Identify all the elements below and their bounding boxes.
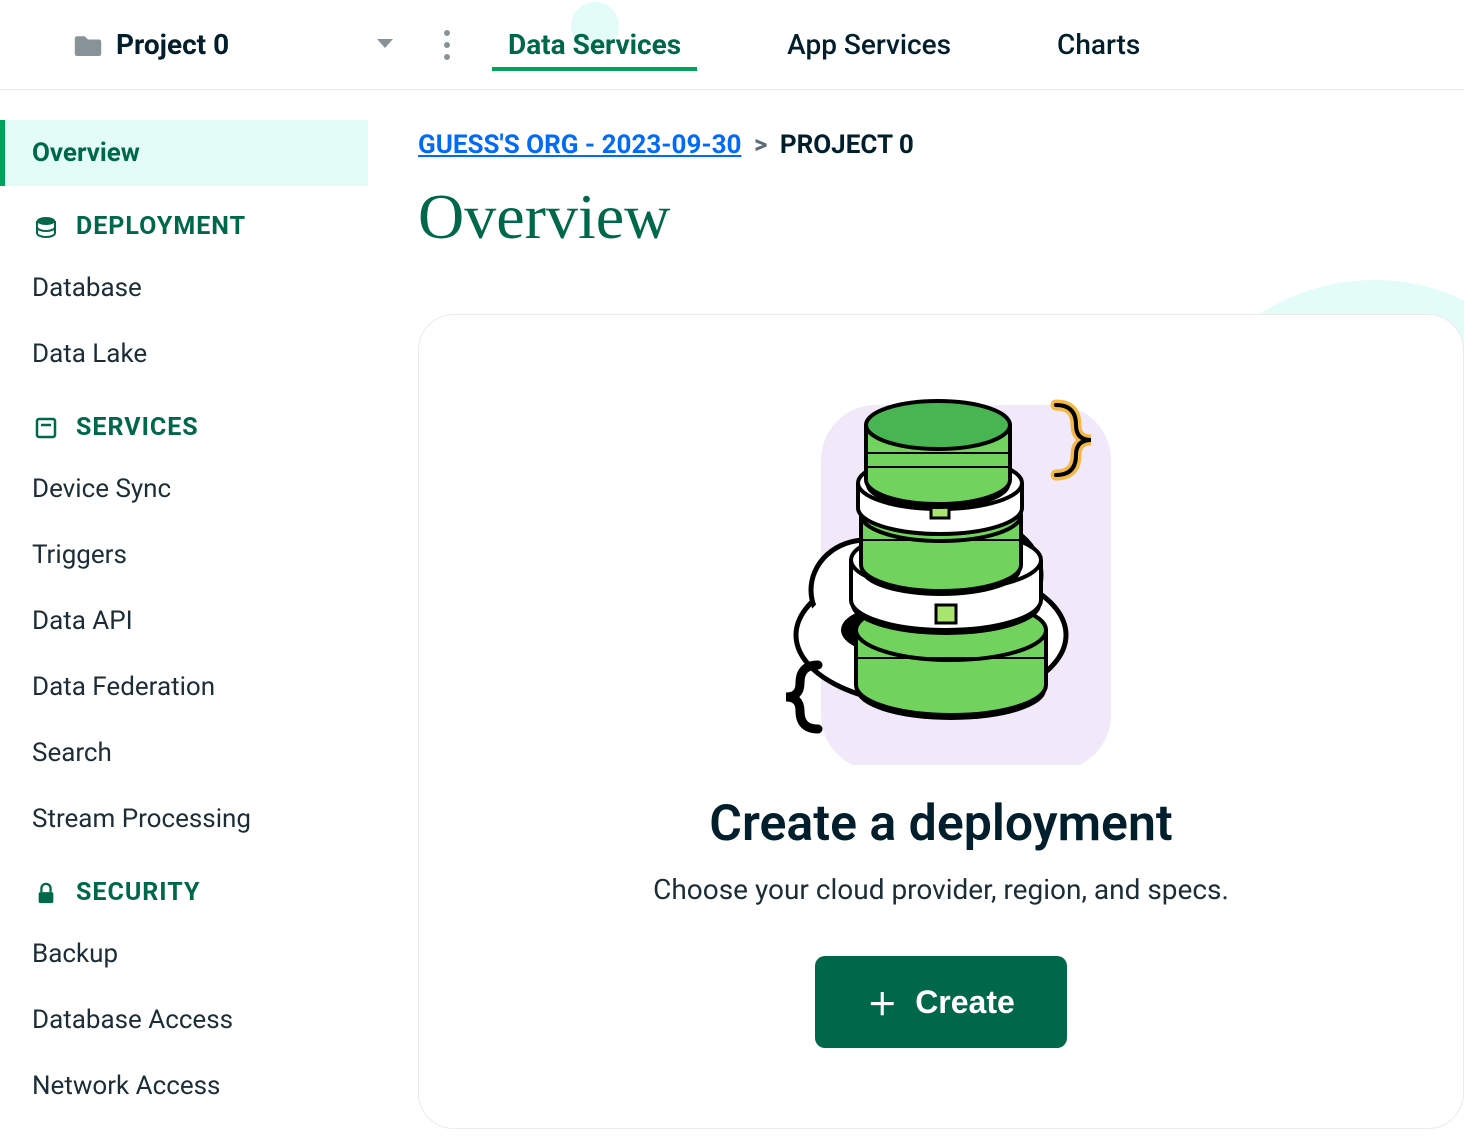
sidebar-item-data-api[interactable]: Data API — [0, 588, 368, 654]
sidebar-item-database-access[interactable]: Database Access — [0, 987, 368, 1053]
sidebar-item-label: Overview — [32, 138, 140, 168]
sidebar-item-label: Search — [32, 738, 112, 768]
tab-charts[interactable]: Charts — [1049, 0, 1148, 89]
sidebar-heading-services: SERVICES — [0, 387, 368, 456]
more-menu-button[interactable] — [444, 30, 450, 60]
breadcrumb-separator: > — [754, 130, 767, 160]
lock-icon — [32, 879, 60, 907]
sidebar-item-label: Data Lake — [32, 339, 147, 369]
page-title: Overview — [418, 180, 1464, 254]
database-stack-icon — [32, 213, 60, 241]
sidebar-item-label: Triggers — [32, 540, 127, 570]
paper-icon — [32, 414, 60, 442]
create-button[interactable]: ＋ Create — [815, 956, 1067, 1048]
breadcrumb: GUESS'S ORG - 2023-09-30 > PROJECT 0 — [418, 130, 1464, 160]
content: GUESS'S ORG - 2023-09-30 > PROJECT 0 Ove… — [368, 90, 1464, 1140]
sidebar-item-network-access[interactable]: Network Access — [0, 1053, 368, 1119]
create-button-label: Create — [915, 984, 1015, 1021]
sidebar-item-label: Data Federation — [32, 672, 215, 702]
tab-label: App Services — [787, 28, 951, 61]
sidebar-item-label: Backup — [32, 939, 118, 969]
sidebar: Overview DEPLOYMENT Database Data Lake S… — [0, 90, 368, 1140]
main-body: Overview DEPLOYMENT Database Data Lake S… — [0, 90, 1464, 1140]
sidebar-item-triggers[interactable]: Triggers — [0, 522, 368, 588]
sidebar-item-overview[interactable]: Overview — [0, 120, 368, 186]
sidebar-item-stream-processing[interactable]: Stream Processing — [0, 786, 368, 852]
tab-app-services[interactable]: App Services — [779, 0, 959, 89]
deployment-card: Create a deployment Choose your cloud pr… — [418, 314, 1464, 1129]
card-subtext: Choose your cloud provider, region, and … — [653, 873, 1229, 906]
sidebar-item-label: Stream Processing — [32, 804, 251, 834]
sidebar-item-database[interactable]: Database — [0, 255, 368, 321]
tab-label: Charts — [1057, 28, 1140, 61]
sidebar-item-data-federation[interactable]: Data Federation — [0, 654, 368, 720]
chevron-down-icon — [376, 35, 394, 54]
project-selector[interactable]: Project 0 — [74, 28, 394, 61]
card-heading: Create a deployment — [709, 795, 1172, 853]
sidebar-heading-label: DEPLOYMENT — [76, 212, 246, 241]
sidebar-item-label: Database — [32, 273, 142, 303]
project-name-label: Project 0 — [116, 28, 376, 61]
sidebar-item-search[interactable]: Search — [0, 720, 368, 786]
sidebar-heading-security: SECURITY — [0, 852, 368, 921]
folder-icon — [74, 34, 102, 56]
sidebar-item-label: Data API — [32, 606, 133, 636]
sidebar-heading-label: SECURITY — [76, 878, 200, 907]
breadcrumb-current: PROJECT 0 — [780, 130, 914, 160]
tab-label: Data Services — [508, 28, 681, 61]
sidebar-item-label: Network Access — [32, 1071, 220, 1101]
deployment-illustration — [766, 375, 1116, 765]
top-header: Project 0 Data Services App Services Cha… — [0, 0, 1464, 90]
sidebar-heading-label: SERVICES — [76, 413, 199, 442]
header-tabs: Data Services App Services Charts — [500, 0, 1148, 89]
sidebar-item-device-sync[interactable]: Device Sync — [0, 456, 368, 522]
sidebar-item-data-lake[interactable]: Data Lake — [0, 321, 368, 387]
sidebar-item-label: Device Sync — [32, 474, 171, 504]
sidebar-item-label: Database Access — [32, 1005, 233, 1035]
sidebar-heading-deployment: DEPLOYMENT — [0, 186, 368, 255]
sidebar-item-backup[interactable]: Backup — [0, 921, 368, 987]
tab-data-services[interactable]: Data Services — [500, 0, 689, 89]
plus-icon: ＋ — [867, 980, 897, 1024]
breadcrumb-org-link[interactable]: GUESS'S ORG - 2023-09-30 — [418, 130, 741, 160]
